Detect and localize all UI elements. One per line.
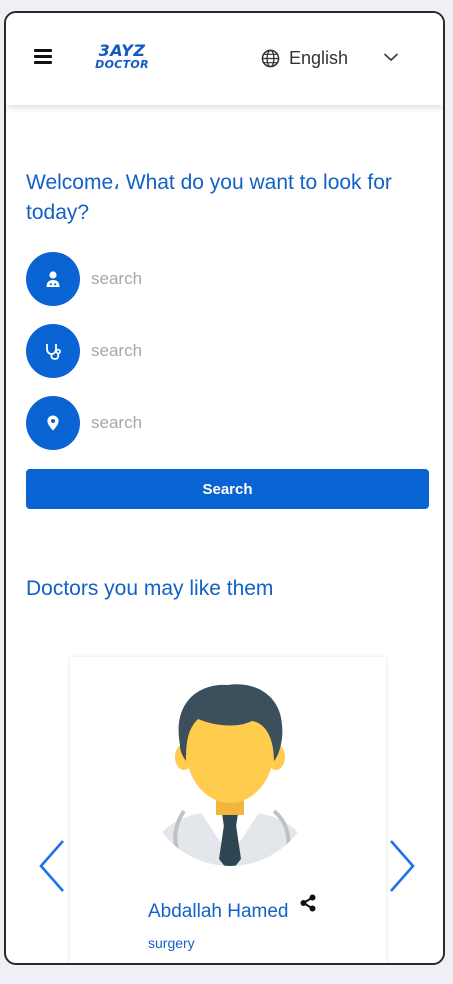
- location-pin-icon: [26, 396, 80, 450]
- welcome-heading: Welcome، What do you want to look for to…: [26, 171, 392, 224]
- app-frame: 3AYZ DOCTOR English Welcome، What do you…: [4, 11, 445, 965]
- logo-line2: DOCTOR: [95, 58, 149, 71]
- chevron-left-icon[interactable]: [38, 839, 66, 893]
- globe-icon: [261, 49, 280, 67]
- specialty-search-input[interactable]: [89, 340, 213, 362]
- search-row-specialty: [26, 323, 226, 379]
- doctor-search-input[interactable]: [89, 268, 213, 290]
- search-button[interactable]: Search: [26, 469, 429, 509]
- stethoscope-icon: [26, 324, 80, 378]
- chevron-down-icon[interactable]: [383, 51, 399, 63]
- language-label: English: [289, 47, 349, 68]
- search-row-location: [26, 395, 226, 451]
- language-selector[interactable]: English: [261, 47, 399, 69]
- doctor-specialty: surgery: [148, 935, 195, 951]
- share-icon[interactable]: [299, 894, 317, 912]
- doctor-avatar: [145, 684, 315, 866]
- doctors-section-title: Doctors you may like them: [26, 577, 274, 600]
- menu-icon[interactable]: [34, 49, 52, 64]
- doctor-name[interactable]: Abdallah Hamed: [148, 901, 288, 923]
- top-header: 3AYZ DOCTOR English: [6, 13, 443, 105]
- doctor-icon: [26, 252, 80, 306]
- location-search-input[interactable]: [89, 412, 213, 434]
- logo-line1: 3AYZ: [98, 41, 146, 60]
- logo[interactable]: 3AYZ DOCTOR: [92, 43, 152, 77]
- chevron-right-icon[interactable]: [388, 839, 416, 893]
- doctor-card[interactable]: Abdallah Hamed surgery: [70, 657, 386, 963]
- search-row-doctor: [26, 251, 226, 307]
